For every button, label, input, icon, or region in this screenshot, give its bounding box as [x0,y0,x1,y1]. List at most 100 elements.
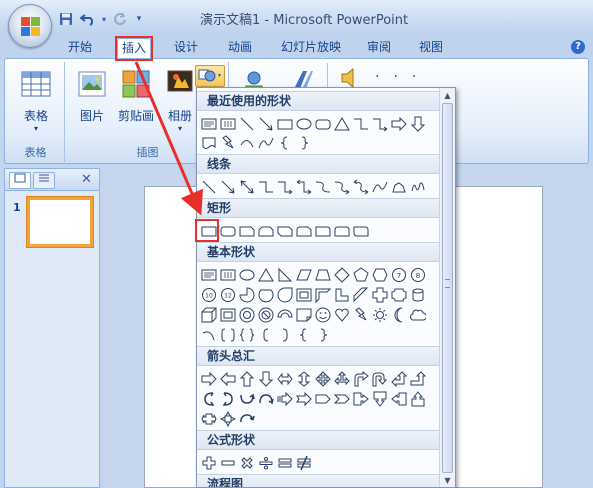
shape-bent-arrow[interactable] [351,369,370,388]
shape-curved-connector[interactable] [313,177,332,196]
shape-left-arrow-callout[interactable] [389,389,408,408]
shape-parallelogram[interactable] [294,265,313,284]
shape-down-arrow[interactable] [408,114,427,133]
shape-line-arrow[interactable] [218,177,237,196]
shape-block-down-arrow[interactable] [256,369,275,388]
shape-sun[interactable] [370,305,389,324]
shape-arrow-line[interactable] [256,114,275,133]
shape-diagonal-stripe[interactable] [351,285,370,304]
shape-quad-arrow-callout[interactable] [218,409,237,428]
shape-trapezoid[interactable] [313,265,332,284]
undo-dropdown[interactable]: ▾ [100,10,108,28]
shape-down-arrow-callout[interactable] [370,389,389,408]
shape-math-equal[interactable] [275,453,294,472]
shape-right-arrow[interactable] [389,114,408,133]
shape-oval[interactable] [294,114,313,133]
clipart-button[interactable]: 剪贴画 [115,66,157,136]
tab-animations[interactable]: 动画 [222,38,258,58]
shape-chevron[interactable] [332,389,351,408]
shape-rect-rounded[interactable] [218,221,237,240]
shape-rounded-rectangle[interactable] [313,114,332,133]
shape-teardrop[interactable] [275,285,294,304]
shape-rect-basic[interactable] [199,221,218,240]
shape-l-shape[interactable] [332,285,351,304]
shape-curved-down-arrow[interactable] [256,389,275,408]
shape-hexagon[interactable] [370,265,389,284]
shape-octagon[interactable]: 8 [408,265,427,284]
tab-design[interactable]: 设计 [168,38,204,58]
shape-cross[interactable] [370,285,389,304]
shape-pentagon[interactable] [351,265,370,284]
shape-rect-snip-same[interactable] [256,221,275,240]
shape-frame[interactable] [294,285,313,304]
shape-dodecagon[interactable]: 12 [218,285,237,304]
shape-elbow-line-arrow[interactable] [275,177,294,196]
shape-line-double-arrow[interactable] [237,177,256,196]
shape-scribble[interactable] [408,177,427,196]
shape-curved-right-arrow[interactable] [199,389,218,408]
shape-folded-corner[interactable] [294,305,313,324]
shape-double-bracket[interactable] [218,325,237,344]
shapes-gallery-scrollbar[interactable]: ▲ ▼ [439,88,455,487]
save-button[interactable] [56,10,76,28]
shape-rectangle[interactable] [275,114,294,133]
redo-button[interactable] [110,10,130,28]
shapes-button[interactable] [195,65,225,87]
shape-elbow-connector[interactable] [351,114,370,133]
shape-lightning-bolt[interactable] [351,305,370,324]
shape-curved-connector-arrow[interactable] [332,177,351,196]
shape-cube[interactable] [199,305,218,324]
shape-math-multiply[interactable] [237,453,256,472]
shape-block-right-arrow[interactable] [199,369,218,388]
scroll-thumb[interactable] [442,103,453,473]
shape-bevel[interactable] [218,305,237,324]
slide-thumbnail[interactable] [27,197,93,247]
shape-left-up-arrow[interactable] [389,369,408,388]
shape-block-arc[interactable] [275,305,294,324]
shape-cloud[interactable] [408,305,427,324]
shape-right-arrow-callout[interactable] [351,389,370,408]
shape-left-brace[interactable] [275,133,294,152]
shape-pentagon-arrow[interactable] [313,389,332,408]
shape-block-left-arrow[interactable] [218,369,237,388]
shape-rect-snip-single[interactable] [237,221,256,240]
shape-curve-line[interactable] [370,177,389,196]
undo-button[interactable] [78,10,98,28]
shape-donut[interactable] [237,305,256,324]
shape-curved-connector-double-arrow[interactable] [351,177,370,196]
tab-review[interactable]: 审阅 [362,38,396,58]
shape-heptagon[interactable]: 7 [389,265,408,284]
tab-insert[interactable]: 插入 [117,38,151,58]
shape-freeform[interactable] [389,177,408,196]
shape-lightning[interactable] [218,133,237,152]
shape-triangle[interactable] [332,114,351,133]
shape-quad-arrow[interactable] [313,369,332,388]
shape-smiley[interactable] [313,305,332,324]
shape-text-box[interactable] [199,114,218,133]
shape-rect-snip-round[interactable] [294,221,313,240]
shape-pie[interactable] [237,285,256,304]
shape-elbow-line[interactable] [256,177,275,196]
shape-math-divide[interactable] [256,453,275,472]
shape-basic-arc[interactable] [199,325,218,344]
shape-rect-round-same[interactable] [332,221,351,240]
shape-bent-up-arrow[interactable] [408,369,427,388]
scroll-down-arrow[interactable]: ▼ [442,475,453,486]
tab-slideshow[interactable]: 幻灯片放映 [278,38,344,58]
shape-rect-round-diagonal[interactable] [351,221,370,240]
shape-up-arrow-callout[interactable] [408,389,427,408]
shape-basic-left-brace[interactable] [294,325,313,344]
shape-curved-up-arrow[interactable] [237,389,256,408]
shape-half-frame[interactable] [313,285,332,304]
shape-rect-round-single[interactable] [313,221,332,240]
outline-tab[interactable] [33,172,55,189]
shape-can[interactable] [408,285,427,304]
shape-basic-oval[interactable] [237,265,256,284]
shape-left-bracket[interactable] [256,325,275,344]
shape-math-plus[interactable] [199,453,218,472]
shape-arc[interactable] [237,133,256,152]
shape-math-minus[interactable] [218,453,237,472]
shape-chord[interactable] [256,285,275,304]
shape-double-brace[interactable] [237,325,256,344]
shape-left-right-arrow-callout[interactable] [199,409,218,428]
